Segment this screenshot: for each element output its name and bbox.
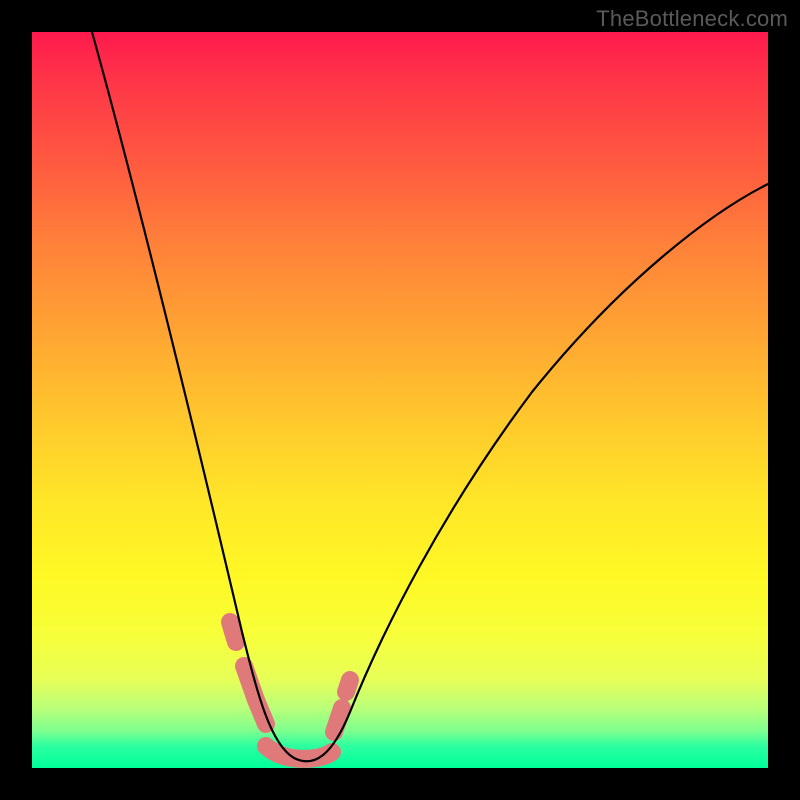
plot-area <box>32 32 768 768</box>
bottleneck-curve-svg <box>32 32 768 768</box>
bottleneck-curve-line <box>92 32 768 761</box>
highlight-left-descent <box>230 622 266 724</box>
chart-frame: TheBottleneck.com <box>0 0 800 800</box>
watermark-text: TheBottleneck.com <box>596 6 788 32</box>
highlight-right-ascent <box>334 680 350 732</box>
